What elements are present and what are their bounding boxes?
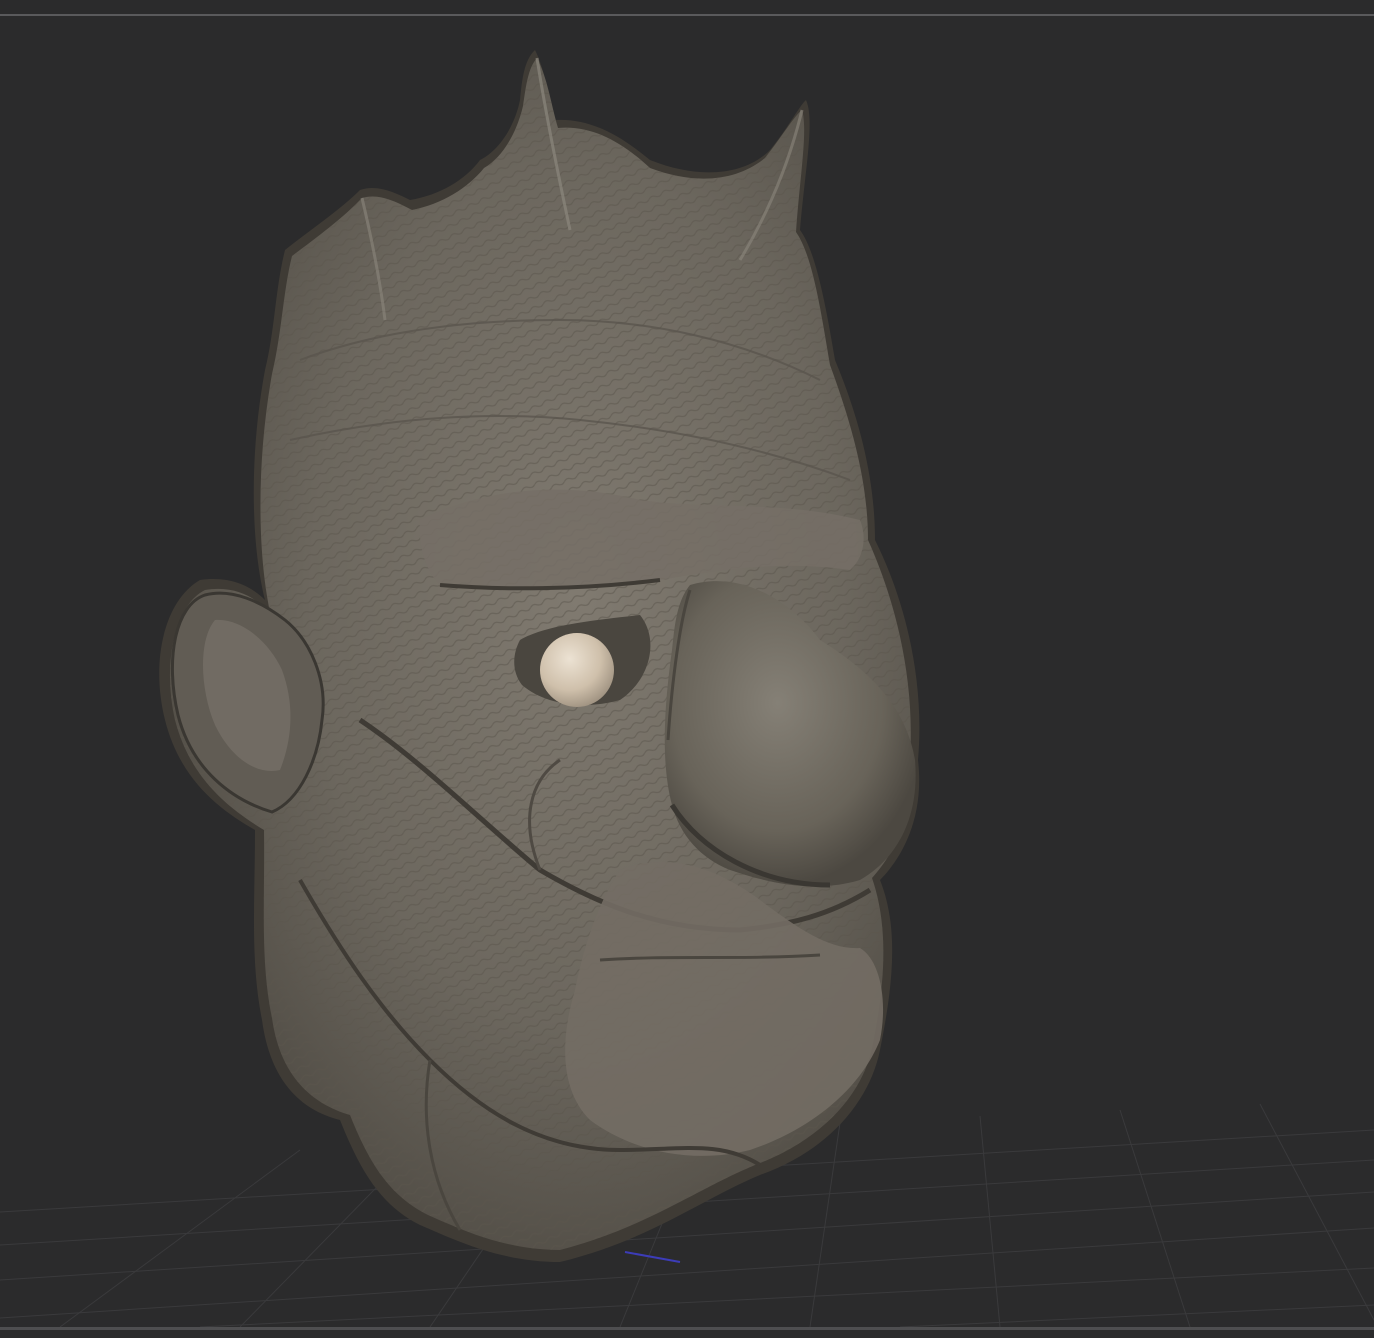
3d-viewport[interactable] — [0, 16, 1374, 1327]
viewport-canvas[interactable] — [0, 16, 1374, 1327]
eyeball — [540, 633, 614, 707]
sculpting-app-window — [0, 0, 1374, 1338]
bottom-divider — [0, 1327, 1374, 1330]
sculpted-head-model[interactable] — [159, 50, 920, 1262]
axis-indicator — [624, 1251, 681, 1263]
